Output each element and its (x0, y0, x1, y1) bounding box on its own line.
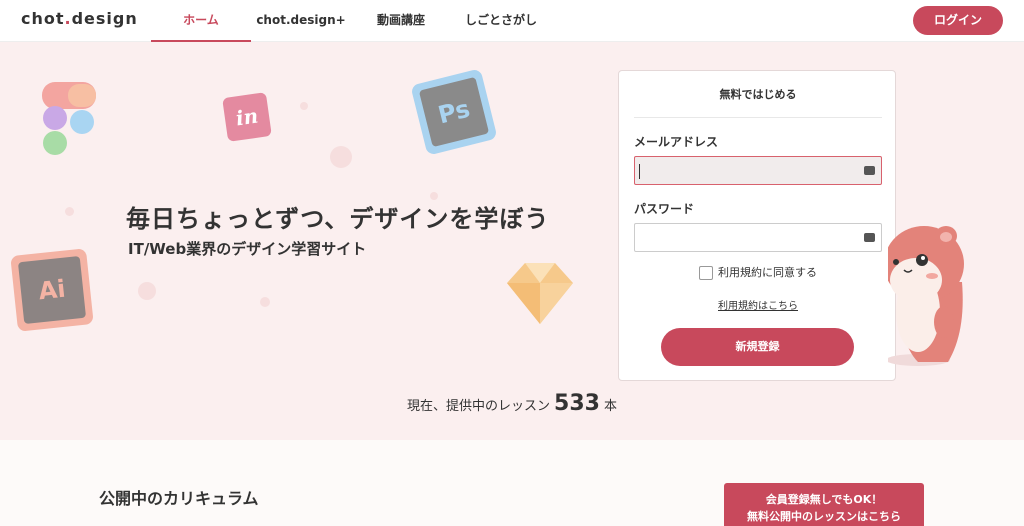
nav-job-search[interactable]: しごとさがし (451, 0, 551, 42)
lesson-count-suffix: 本 (603, 399, 617, 414)
invision-icon: in (222, 92, 272, 142)
hero-section: in Ps Ai 毎日ちょっとずつ、デザインを学ぼう IT/Web業界のデザイン… (0, 42, 1024, 440)
lesson-count-prefix: 現在、提供中のレッスン (407, 399, 551, 414)
sketch-icon (505, 258, 575, 328)
password-manager-icon[interactable] (864, 166, 875, 175)
terms-link[interactable]: 利用規約はこちら (619, 297, 897, 312)
free-lessons-line2: 無料公開中のレッスンはこちら (747, 510, 901, 523)
photoshop-icon-text: Ps (435, 94, 473, 130)
figma-icon (42, 82, 104, 156)
register-button[interactable]: 新規登録 (661, 328, 854, 366)
free-lessons-line1: 会員登録無しでもOK！ (765, 493, 883, 506)
logo-dot: . (64, 9, 72, 28)
email-field[interactable] (634, 156, 882, 185)
hero-subtitle: IT/Web業界のデザイン学習サイト (128, 240, 367, 258)
password-field[interactable] (634, 223, 882, 252)
free-lessons-button[interactable]: 会員登録無しでもOK！ 無料公開中のレッスンはこちら (724, 483, 924, 526)
lesson-count: 現在、提供中のレッスン 533 本 (0, 391, 1024, 416)
invision-icon-text: in (234, 103, 260, 131)
password-manager-icon[interactable] (864, 233, 875, 242)
decor-bubble (330, 146, 352, 168)
site-logo[interactable]: chot.design (21, 9, 138, 28)
curriculum-section: 公開中のカリキュラム 会員登録無しでもOK！ 無料公開中のレッスンはこちら (0, 440, 1024, 526)
logo-text-right: design (71, 9, 138, 28)
decor-bubble (260, 297, 270, 307)
curriculum-title: 公開中のカリキュラム (99, 489, 259, 508)
photoshop-icon: Ps (410, 68, 498, 156)
lesson-count-number: 533 (554, 391, 600, 416)
agree-label[interactable]: 利用規約に同意する (718, 266, 817, 279)
email-label: メールアドレス (634, 135, 719, 149)
hamster-mascot (884, 212, 978, 372)
password-label: パスワード (634, 202, 695, 216)
nav-video-courses[interactable]: 動画講座 (351, 0, 451, 42)
signup-card-title: 無料ではじめる (634, 71, 882, 118)
logo-text-left: chot (21, 9, 65, 28)
agree-row: 利用規約に同意する (619, 264, 897, 280)
agree-checkbox[interactable] (699, 266, 713, 280)
decor-bubble (300, 102, 308, 110)
decor-bubble (65, 207, 74, 216)
signup-card: 無料ではじめる メールアドレス パスワード 利用規約に同意する 利用規約はこちら… (618, 70, 896, 381)
login-button[interactable]: ログイン (913, 6, 1003, 35)
illustrator-icon: Ai (10, 248, 94, 332)
decor-bubble (138, 282, 156, 300)
site-header: chot.design ホーム chot.design+ 動画講座 しごとさがし… (0, 0, 1024, 42)
hero-title: 毎日ちょっとずつ、デザインを学ぼう (126, 205, 550, 233)
illustrator-icon-text: Ai (37, 274, 67, 306)
nav-chot-design-plus[interactable]: chot.design+ (251, 0, 351, 42)
text-caret (639, 164, 640, 179)
nav-home[interactable]: ホーム (151, 0, 251, 42)
